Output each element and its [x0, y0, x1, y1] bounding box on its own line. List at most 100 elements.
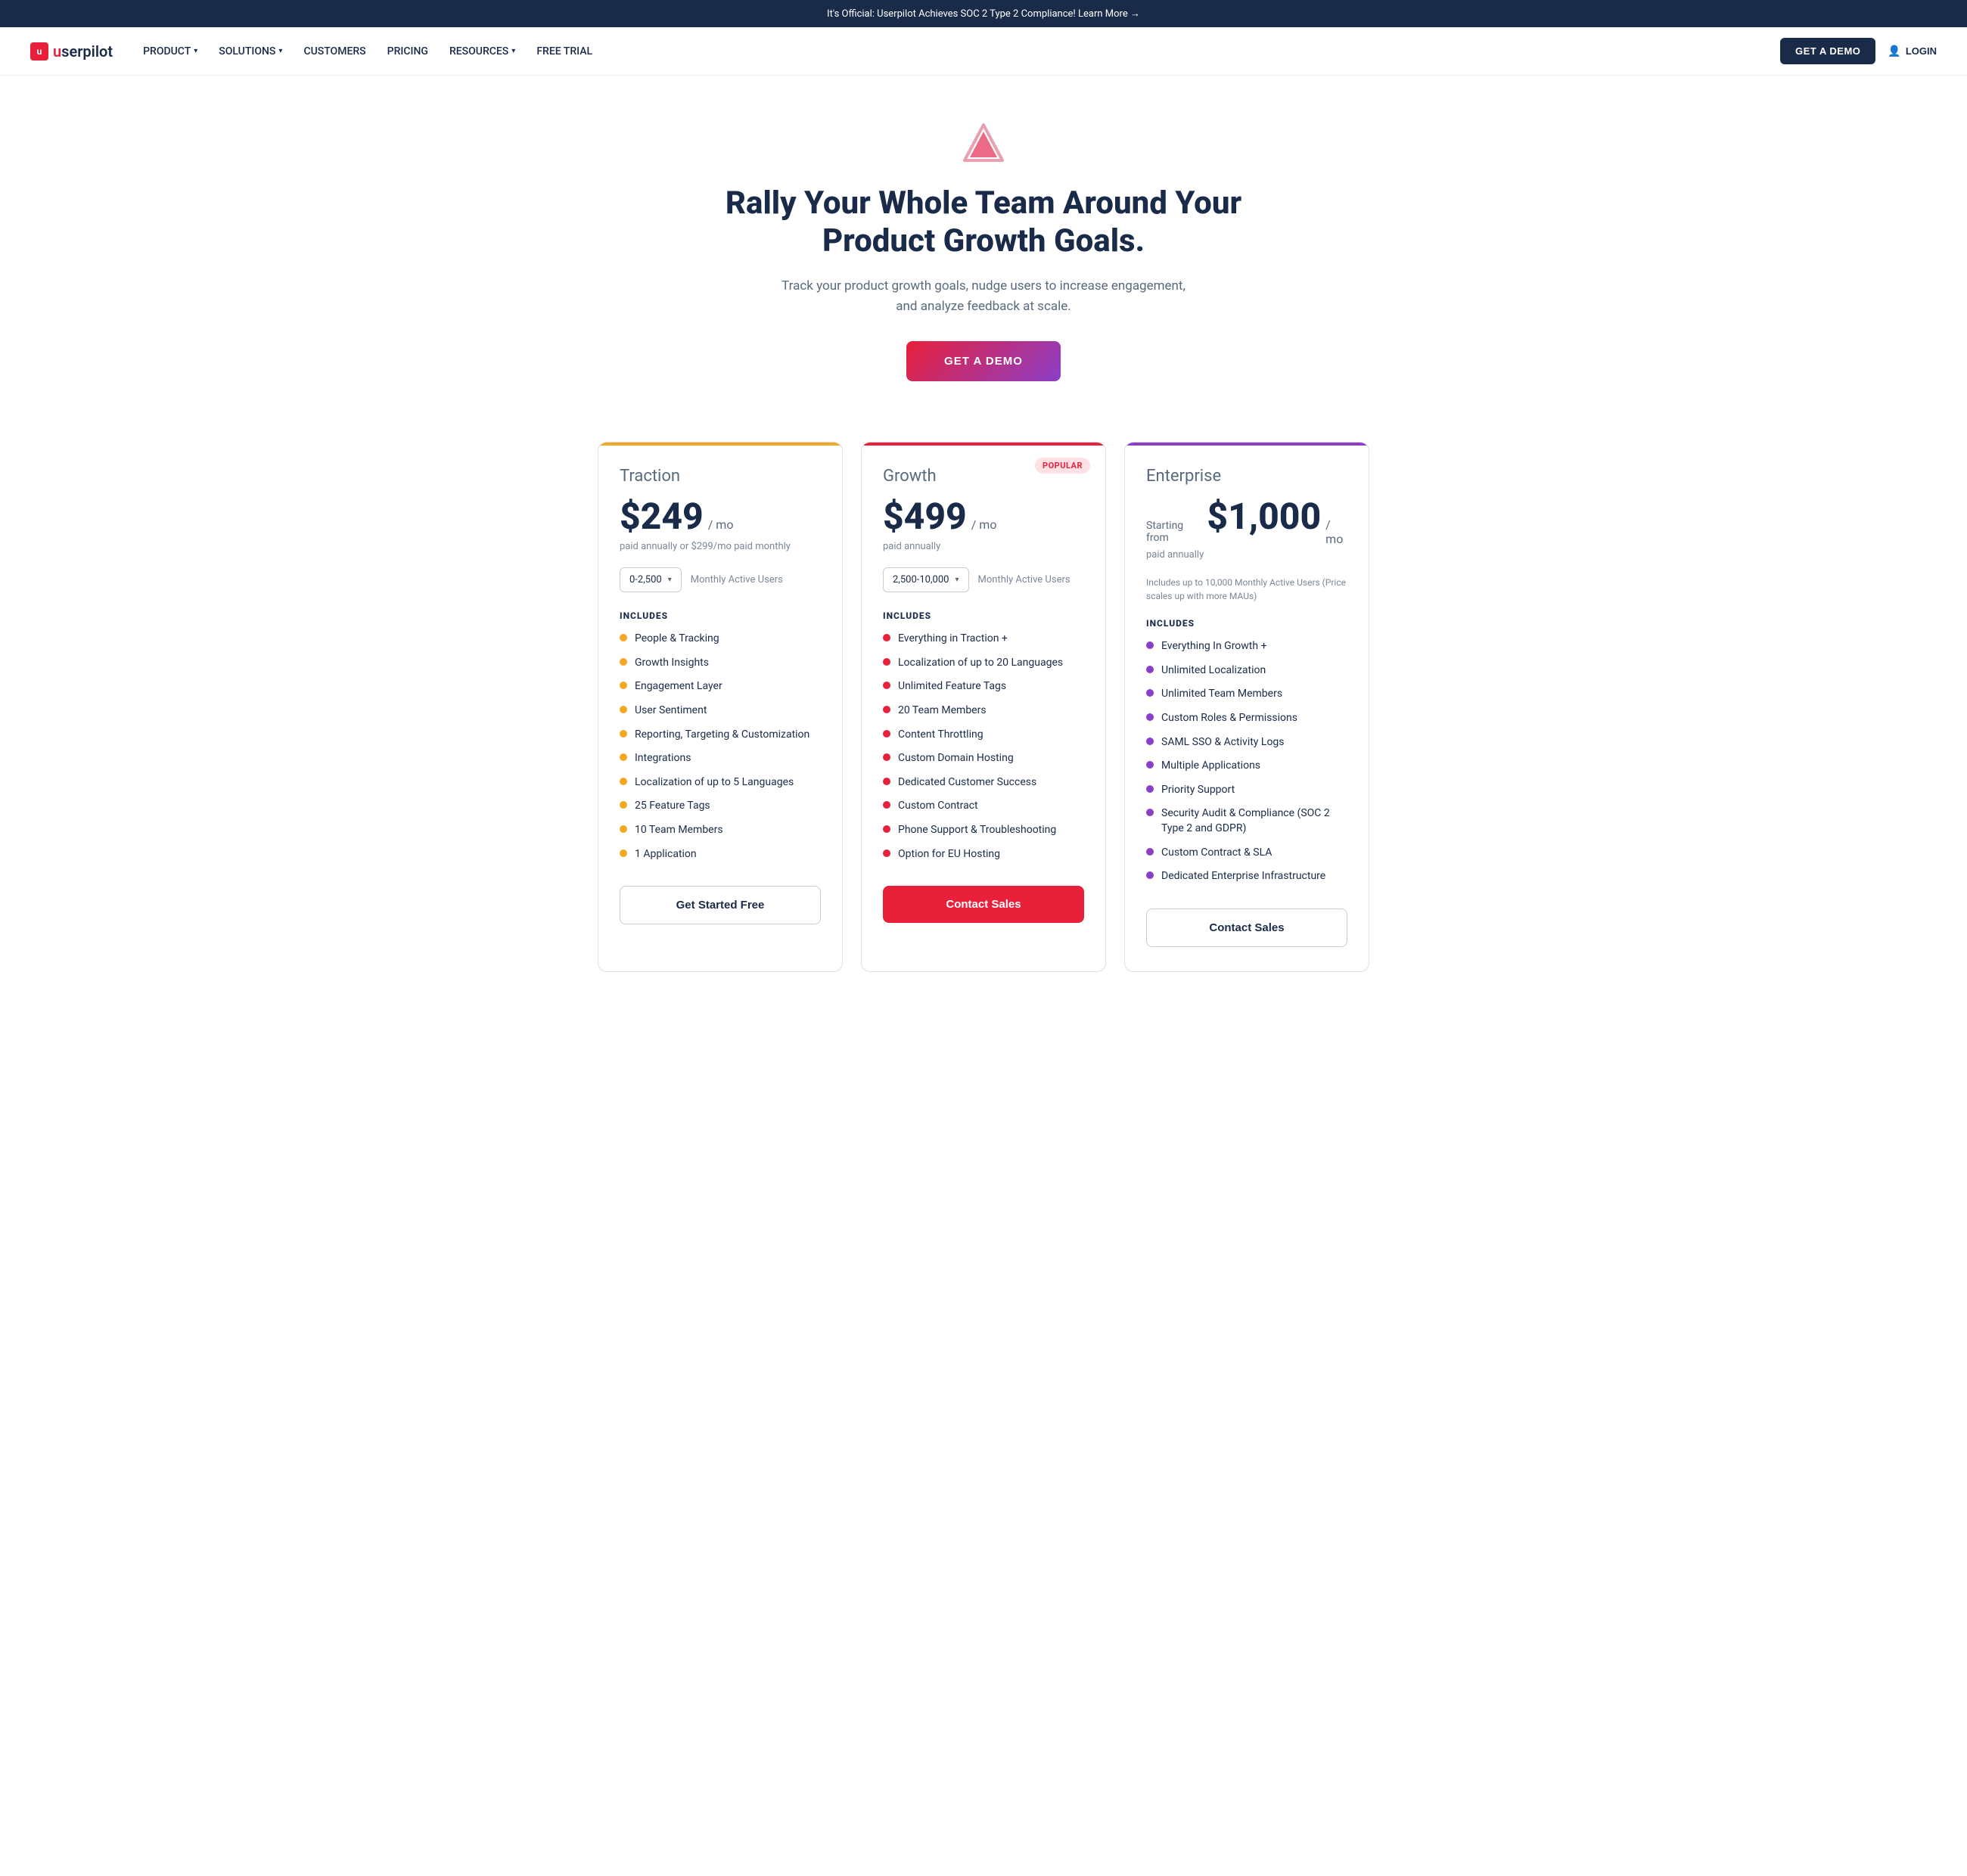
- bullet-dot: [883, 706, 890, 713]
- feature-list: People & Tracking Growth Insights Engage…: [620, 632, 821, 862]
- price-period: / mo: [971, 517, 997, 532]
- feature-text: 25 Feature Tags: [635, 799, 710, 814]
- feature-item: Everything In Growth +: [1146, 639, 1347, 654]
- plan-price: Starting from $1,000 / mo: [1146, 495, 1347, 546]
- feature-item: Multiple Applications: [1146, 759, 1347, 774]
- feature-item: 20 Team Members: [883, 704, 1084, 719]
- bullet-dot: [1146, 871, 1154, 879]
- includes-label: INCLUDES: [620, 610, 821, 621]
- plan-cta-button[interactable]: Contact Sales: [1146, 908, 1347, 947]
- plan-cta-button[interactable]: Contact Sales: [883, 886, 1084, 923]
- bullet-dot: [1146, 713, 1154, 721]
- feature-item: Custom Contract & SLA: [1146, 846, 1347, 861]
- feature-item: 1 Application: [620, 847, 821, 862]
- feature-item: Engagement Layer: [620, 679, 821, 694]
- announcement-bar: It's Official: Userpilot Achieves SOC 2 …: [0, 0, 1967, 27]
- feature-text: Everything In Growth +: [1161, 639, 1267, 654]
- feature-item: Unlimited Feature Tags: [883, 679, 1084, 694]
- bullet-dot: [883, 634, 890, 641]
- feature-item: Everything in Traction +: [883, 632, 1084, 647]
- feature-list: Everything In Growth + Unlimited Localiz…: [1146, 639, 1347, 884]
- bullet-dot: [883, 730, 890, 738]
- enterprise-note: Includes up to 10,000 Monthly Active Use…: [1146, 576, 1347, 603]
- feature-text: Unlimited Team Members: [1161, 687, 1282, 702]
- logo-icon: u: [30, 42, 48, 61]
- bullet-dot: [620, 801, 627, 809]
- price-starting: Starting from: [1146, 520, 1199, 544]
- bullet-dot: [1146, 809, 1154, 816]
- chevron-down-icon: ▾: [194, 47, 197, 55]
- bullet-dot: [620, 778, 627, 785]
- hero-subtext: Track your product growth goals, nudge u…: [772, 276, 1195, 317]
- feature-text: 10 Team Members: [635, 823, 723, 838]
- get-demo-button[interactable]: GET A DEMO: [1780, 38, 1875, 64]
- chevron-down-icon: ▾: [668, 576, 672, 584]
- bullet-dot: [883, 849, 890, 857]
- feature-text: User Sentiment: [635, 704, 707, 719]
- feature-text: Content Throttling: [898, 728, 983, 743]
- feature-item: User Sentiment: [620, 704, 821, 719]
- bullet-dot: [1146, 666, 1154, 673]
- feature-item: People & Tracking: [620, 632, 821, 647]
- feature-item: SAML SSO & Activity Logs: [1146, 735, 1347, 750]
- feature-text: Priority Support: [1161, 783, 1235, 798]
- feature-item: Dedicated Customer Success: [883, 775, 1084, 790]
- bullet-dot: [620, 658, 627, 666]
- login-button[interactable]: 👤 LOGIN: [1888, 45, 1937, 57]
- nav-customers[interactable]: CUSTOMERS: [303, 45, 365, 57]
- includes-label: INCLUDES: [1146, 618, 1347, 629]
- pricing-section: Traction $249 / mo paid annually or $299…: [567, 412, 1400, 1017]
- nav-product[interactable]: PRODUCT ▾: [143, 45, 197, 57]
- feature-text: People & Tracking: [635, 632, 719, 647]
- feature-text: Everything in Traction +: [898, 632, 1008, 647]
- feature-item: 25 Feature Tags: [620, 799, 821, 814]
- price-period: / mo: [1325, 517, 1347, 546]
- main-nav: u userpilot PRODUCT ▾ SOLUTIONS ▾ CUSTOM…: [0, 27, 1967, 76]
- nav-free-trial[interactable]: FREE TRIAL: [536, 45, 592, 57]
- feature-text: Reporting, Targeting & Customization: [635, 728, 809, 743]
- price-note: paid annually or $299/mo paid monthly: [620, 541, 821, 552]
- mau-label: Monthly Active Users: [691, 574, 783, 585]
- feature-item: Priority Support: [1146, 783, 1347, 798]
- mau-dropdown[interactable]: 0-2,500 ▾: [620, 567, 682, 592]
- hero-cta-button[interactable]: GET A DEMO: [906, 341, 1061, 381]
- chevron-down-icon: ▾: [511, 47, 515, 55]
- mau-dropdown[interactable]: 2,500-10,000 ▾: [883, 567, 969, 592]
- bullet-dot: [620, 730, 627, 738]
- bullet-dot: [883, 801, 890, 809]
- bullet-dot: [1146, 689, 1154, 697]
- logo[interactable]: u userpilot: [30, 42, 113, 61]
- price-amount: $499: [883, 495, 967, 538]
- feature-text: 20 Team Members: [898, 704, 987, 719]
- plan-name: Enterprise: [1146, 467, 1347, 486]
- bullet-dot: [1146, 641, 1154, 649]
- feature-text: Custom Contract: [898, 799, 978, 814]
- nav-resources[interactable]: RESOURCES ▾: [449, 45, 515, 57]
- plan-cta-button[interactable]: Get Started Free: [620, 886, 821, 924]
- bullet-dot: [1146, 761, 1154, 769]
- feature-item: Unlimited Team Members: [1146, 687, 1347, 702]
- user-icon: 👤: [1888, 45, 1900, 57]
- nav-pricing[interactable]: PRICING: [387, 45, 428, 57]
- plan-name: Traction: [620, 467, 821, 486]
- chevron-down-icon: ▾: [955, 576, 959, 584]
- feature-item: Integrations: [620, 751, 821, 766]
- feature-text: Custom Domain Hosting: [898, 751, 1014, 766]
- feature-text: Unlimited Localization: [1161, 663, 1266, 679]
- bullet-dot: [620, 634, 627, 641]
- feature-item: Custom Contract: [883, 799, 1084, 814]
- bullet-dot: [883, 753, 890, 761]
- bullet-dot: [883, 778, 890, 785]
- feature-text: Custom Roles & Permissions: [1161, 711, 1297, 726]
- feature-text: Phone Support & Troubleshooting: [898, 823, 1056, 838]
- bullet-dot: [620, 753, 627, 761]
- price-note: paid annually: [883, 541, 1084, 552]
- bullet-dot: [1146, 848, 1154, 856]
- chevron-down-icon: ▾: [278, 47, 282, 55]
- feature-text: Integrations: [635, 751, 691, 766]
- feature-item: Security Audit & Compliance (SOC 2 Type …: [1146, 806, 1347, 836]
- nav-solutions[interactable]: SOLUTIONS ▾: [219, 45, 282, 57]
- pricing-card-growth: POPULAR Growth $499 / mo paid annually 2…: [861, 442, 1106, 972]
- mau-selector: 2,500-10,000 ▾ Monthly Active Users: [883, 567, 1084, 592]
- bullet-dot: [1146, 738, 1154, 745]
